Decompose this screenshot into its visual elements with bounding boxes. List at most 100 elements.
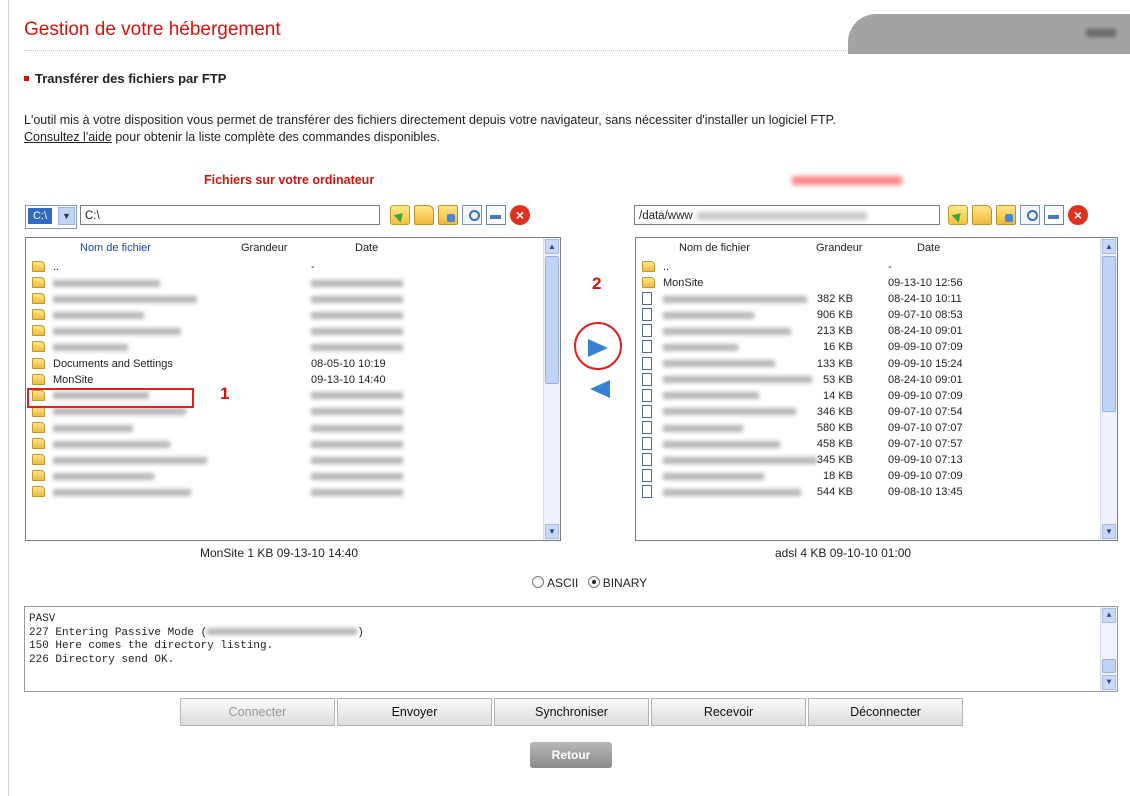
file-row[interactable]: MonSite 09-13-10 14:40 [26, 372, 542, 388]
new-folder-icon[interactable] [414, 205, 434, 225]
connect-button[interactable]: Connecter [180, 698, 335, 726]
scroll-down-icon[interactable]: ▼ [545, 524, 559, 539]
file-row[interactable] [26, 436, 542, 452]
receive-button[interactable]: Recevoir [651, 698, 806, 726]
folder-icon [642, 261, 655, 272]
delete-icon[interactable]: × [510, 205, 530, 225]
new-folder-icon[interactable] [972, 205, 992, 225]
remote-scrollbar[interactable]: ▲ ▼ [1100, 238, 1117, 540]
search-icon[interactable] [1020, 205, 1040, 225]
file-row[interactable]: 458 KB 09-07-10 07:57 [636, 436, 1099, 452]
file-row[interactable]: 346 KB 09-07-10 07:54 [636, 404, 1099, 420]
file-row[interactable]: 345 KB 09-09-10 07:13 [636, 452, 1099, 468]
file-name: MonSite [53, 373, 94, 386]
go-icon[interactable] [390, 205, 410, 225]
file-row[interactable] [26, 323, 542, 339]
file-size: 213 KB [816, 325, 853, 338]
local-path-value: C:\ [85, 210, 100, 222]
col-name[interactable]: Nom de fichier [80, 242, 151, 254]
file-row[interactable] [26, 452, 542, 468]
blurred-name [53, 488, 191, 496]
col-size[interactable]: Grandeur [241, 242, 287, 254]
binary-radio[interactable] [587, 576, 600, 588]
scroll-down-icon[interactable]: ▼ [1102, 675, 1116, 690]
ascii-radio[interactable] [532, 576, 544, 588]
local-status: MonSite 1 KB 09-13-10 14:40 [200, 546, 359, 560]
file-row[interactable]: 14 KB 09-09-10 07:09 [636, 388, 1099, 404]
drive-select-value: C:\ [28, 208, 52, 224]
file-row[interactable] [26, 275, 542, 291]
file-row[interactable]: 544 KB 09-08-10 13:45 [636, 484, 1099, 500]
blurred-name [53, 424, 133, 432]
blurred-date [311, 440, 403, 448]
scroll-up-icon[interactable]: ▲ [1102, 239, 1116, 254]
go-icon[interactable] [948, 205, 968, 225]
col-date[interactable]: Date [355, 242, 378, 254]
disconnect-button[interactable]: Déconnecter [808, 698, 963, 726]
search-icon[interactable] [462, 205, 482, 225]
file-row[interactable]: 382 KB 08-24-10 10:11 [636, 291, 1099, 307]
file-size: 133 KB [816, 357, 853, 370]
help-link[interactable]: Consultez l'aide [24, 130, 112, 144]
user-name-blurred [1086, 29, 1116, 37]
col-date[interactable]: Date [917, 242, 940, 254]
file-row[interactable] [26, 484, 542, 500]
user-tab [848, 14, 1130, 54]
scroll-thumb[interactable] [545, 256, 559, 384]
file-row[interactable]: 906 KB 09-07-10 08:53 [636, 307, 1099, 323]
file-row[interactable] [26, 468, 542, 484]
file-date [311, 452, 403, 468]
drive-select[interactable]: C:\ ▼ [25, 205, 77, 229]
scroll-up-icon[interactable]: ▲ [545, 239, 559, 254]
blurred-name [53, 344, 128, 352]
ftp-log[interactable]: PASV 227 Entering Passive Mode () 150 He… [24, 606, 1118, 692]
file-row[interactable]: 213 KB 08-24-10 09:01 [636, 323, 1099, 339]
file-row[interactable]: .. - [26, 259, 542, 275]
blurred-name [663, 344, 738, 352]
file-row[interactable]: 18 KB 09-09-10 07:09 [636, 468, 1099, 484]
rename-icon[interactable] [486, 205, 506, 225]
col-size[interactable]: Grandeur [816, 242, 862, 254]
blurred-name [53, 408, 186, 416]
remote-path-input[interactable]: /data/www [634, 205, 940, 225]
remote-file-list[interactable]: Nom de fichier Grandeur Date .. - MonSite 0… [635, 237, 1118, 541]
file-row[interactable] [26, 307, 542, 323]
file-row[interactable] [26, 420, 542, 436]
blurred-name [663, 440, 780, 448]
log-line-text: 227 Entering Passive Mode ( [29, 626, 208, 639]
scroll-thumb[interactable] [1102, 659, 1116, 673]
ascii-label: ASCII [547, 576, 579, 590]
scroll-up-icon[interactable]: ▲ [1102, 608, 1116, 623]
arrow-right-icon [588, 339, 608, 357]
file-row[interactable] [26, 339, 542, 355]
chevron-down-icon[interactable]: ▼ [58, 207, 75, 225]
intro-line1: L'outil mis à votre disposition vous per… [24, 113, 836, 127]
local-scrollbar[interactable]: ▲ ▼ [543, 238, 560, 540]
file-row[interactable]: 580 KB 09-07-10 07:07 [636, 420, 1099, 436]
open-folder-icon[interactable] [438, 205, 458, 225]
back-button[interactable]: Retour [530, 742, 612, 768]
folder-icon [32, 470, 45, 482]
file-row[interactable]: 133 KB 09-09-10 15:24 [636, 356, 1099, 372]
upload-arrow-button[interactable] [574, 322, 622, 370]
file-icon [642, 469, 652, 483]
scroll-thumb[interactable] [1102, 256, 1116, 412]
rename-icon[interactable] [1044, 205, 1064, 225]
file-row[interactable]: 53 KB 08-24-10 09:01 [636, 372, 1099, 388]
log-scrollbar[interactable]: ▲ ▼ [1100, 607, 1117, 691]
file-row[interactable]: Documents and Settings 08-05-10 10:19 [26, 356, 542, 372]
file-name [53, 291, 197, 307]
scroll-down-icon[interactable]: ▼ [1102, 524, 1116, 539]
send-button[interactable]: Envoyer [337, 698, 492, 726]
file-row[interactable]: .. - [636, 259, 1099, 275]
file-row[interactable]: MonSite 09-13-10 12:56 [636, 275, 1099, 291]
local-path-input[interactable]: C:\ [80, 205, 380, 225]
sync-button[interactable]: Synchroniser [494, 698, 649, 726]
file-row[interactable]: 16 KB 09-09-10 07:09 [636, 339, 1099, 355]
blurred-date [311, 408, 403, 416]
delete-icon[interactable]: × [1068, 205, 1088, 225]
col-name[interactable]: Nom de fichier [679, 242, 750, 254]
open-folder-icon[interactable] [996, 205, 1016, 225]
file-row[interactable] [26, 291, 542, 307]
download-arrow-button[interactable] [580, 373, 620, 403]
